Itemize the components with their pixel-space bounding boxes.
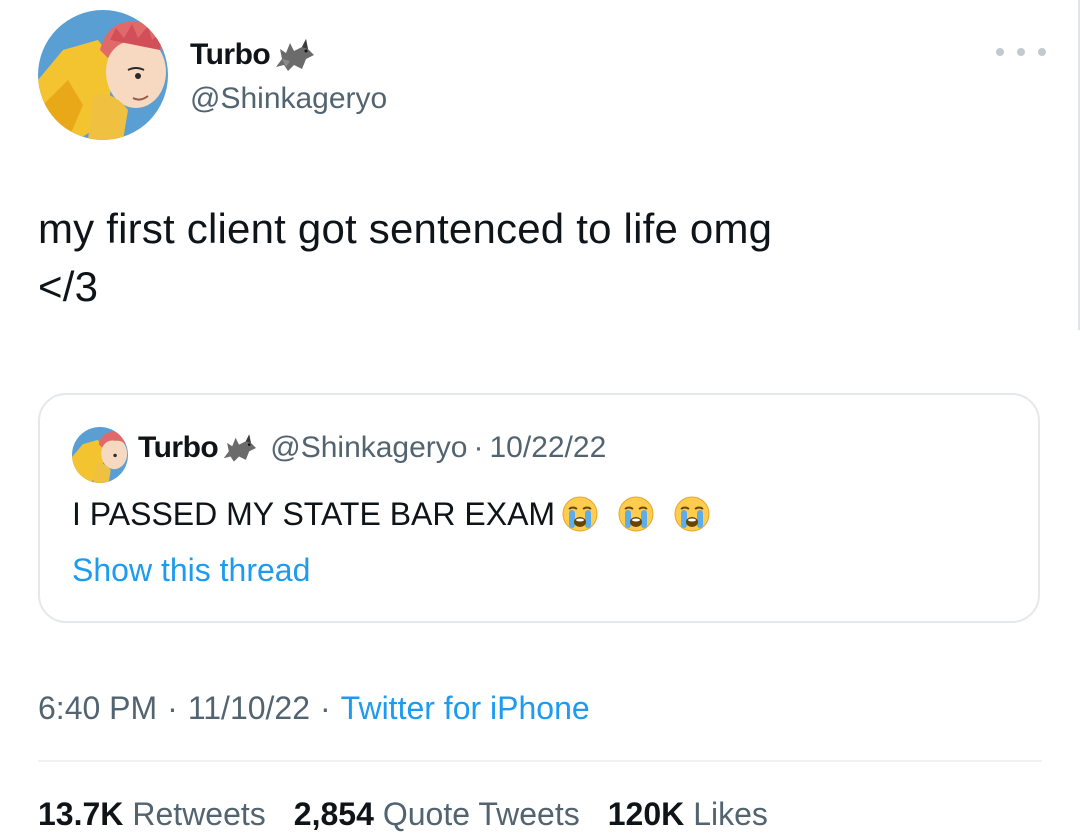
likes-stat[interactable]: 120K Likes	[608, 796, 768, 833]
loudly-crying-face-icon	[617, 495, 655, 533]
quoted-tweet-text-content: I PASSED MY STATE BAR EXAM	[72, 495, 556, 532]
more-options-button[interactable]	[996, 40, 1046, 64]
author-name[interactable]: Turbo	[190, 35, 316, 75]
show-thread-link[interactable]: Show this thread	[72, 552, 310, 589]
tweet-source-link[interactable]: Twitter for iPhone	[341, 690, 590, 727]
more-dot-icon	[1038, 48, 1046, 56]
loudly-crying-face-icon	[673, 495, 711, 533]
quoted-tweet-text: I PASSED MY STATE BAR EXAM	[72, 495, 711, 533]
wolf-icon	[220, 431, 258, 465]
retweets-label: Retweets	[132, 796, 266, 832]
separator-dot: ·	[167, 690, 178, 726]
wolf-icon	[272, 35, 316, 75]
retweets-count: 13.7K	[38, 796, 124, 832]
tweet-text: my first client got sentenced to life om…	[38, 205, 773, 310]
quoted-author-handle[interactable]: @Shinkageryo	[270, 431, 467, 465]
author-handle[interactable]: @Shinkageryo	[190, 82, 387, 116]
tweet-detail-view: Turbo @Shinkageryo my first client got s…	[0, 0, 1080, 834]
quote-tweets-count: 2,854	[293, 796, 374, 832]
more-dot-icon	[996, 48, 1004, 56]
separator-dot: ·	[320, 690, 331, 726]
quoted-tweet-header: Turbo @Shinkageryo · 10/22/22	[138, 431, 606, 465]
quote-tweets-stat[interactable]: 2,854 Quote Tweets	[294, 796, 580, 833]
anime-avatar-icon	[72, 427, 128, 483]
anime-avatar-icon	[38, 10, 168, 140]
quote-tweets-label: Quote Tweets	[382, 796, 580, 832]
separator-dot: ·	[473, 431, 484, 464]
more-dot-icon	[1017, 48, 1025, 56]
quoted-tweet-card[interactable]: Turbo @Shinkageryo · 10/22/22 I PASSED M…	[38, 393, 1040, 623]
tweet-time[interactable]: 6:40 PM	[38, 690, 157, 727]
author-name-text: Turbo	[190, 38, 271, 71]
author-avatar[interactable]	[38, 10, 168, 140]
loudly-crying-face-icon	[561, 495, 599, 533]
tweet-date[interactable]: 11/10/22	[188, 690, 310, 727]
quoted-author-name[interactable]: Turbo	[138, 431, 219, 465]
quoted-author-avatar[interactable]	[72, 427, 128, 483]
quoted-tweet-date[interactable]: 10/22/22	[489, 431, 606, 465]
tweet-meta: 6:40 PM · 11/10/22 · Twitter for iPhone	[38, 690, 590, 727]
stats-divider	[38, 760, 1042, 762]
likes-count: 120K	[607, 796, 685, 832]
retweets-stat[interactable]: 13.7K Retweets	[38, 796, 266, 833]
likes-label: Likes	[693, 796, 768, 832]
engagement-stats: 13.7K Retweets 2,854 Quote Tweets 120K L…	[38, 796, 796, 833]
